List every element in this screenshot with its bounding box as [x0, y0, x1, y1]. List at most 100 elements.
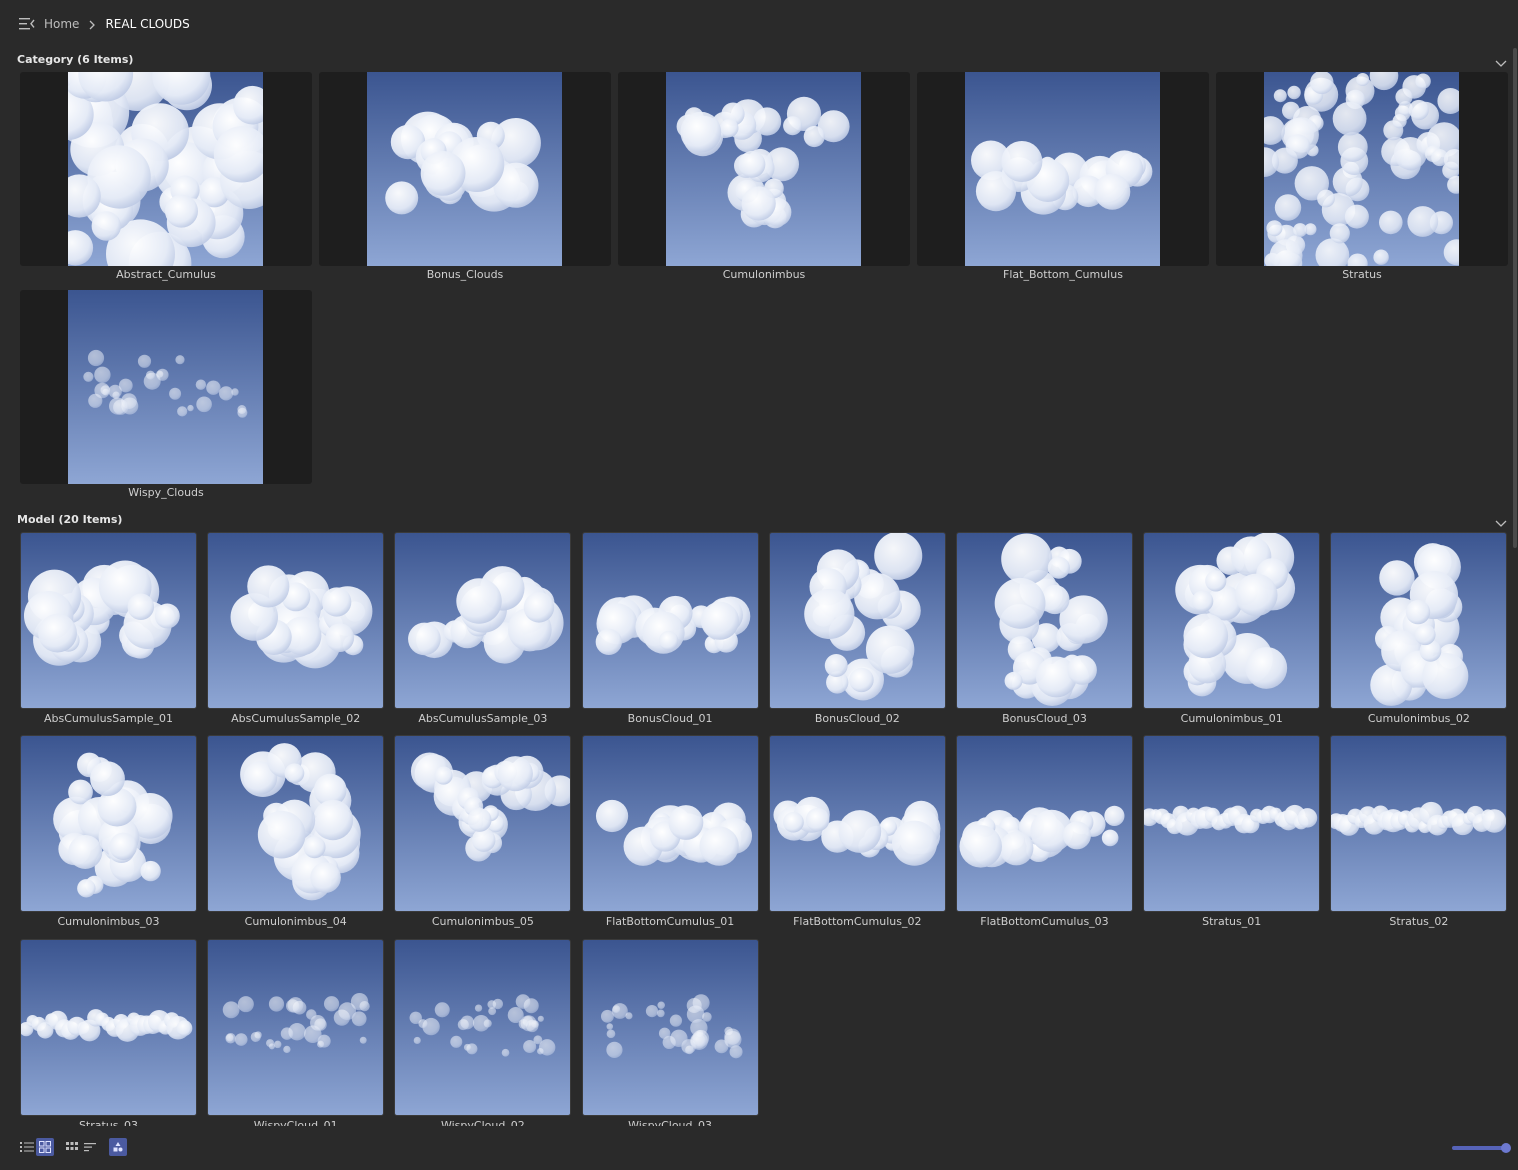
model-thumbnail: [1143, 532, 1321, 709]
model-label: Cumulonimbus_05: [431, 915, 534, 929]
model-thumbnail: [768, 532, 946, 709]
model-thumbnail: [1330, 735, 1508, 913]
chevron-down-icon[interactable]: [1495, 53, 1507, 67]
model-thumbnail: [581, 938, 759, 1116]
model-thumbnail: [956, 735, 1133, 913]
model-tile[interactable]: Cumulonimbus_02: [1330, 532, 1508, 728]
category-thumbnail: [68, 72, 263, 266]
model-label: AbsCumulusSample_01: [43, 712, 174, 725]
model-tile[interactable]: AbsCumulusSample_02: [207, 532, 385, 728]
asset-browser: Home REAL CLOUDS Category (6 Items) Abst…: [0, 0, 1518, 1170]
model-label: Cumulonimbus_02: [1367, 712, 1470, 725]
model-label: Stratus_01: [1202, 915, 1262, 929]
model-label: BonusCloud_02: [814, 712, 900, 725]
model-thumbnail: [207, 938, 385, 1116]
model-tile[interactable]: BonusCloud_02: [768, 532, 946, 728]
model-tile[interactable]: Cumulonimbus_05: [394, 735, 572, 931]
model-thumbnail: [207, 735, 385, 913]
category-thumbnail: [666, 72, 861, 266]
model-tile[interactable]: BonusCloud_03: [956, 532, 1133, 728]
scrollbar[interactable]: [1512, 46, 1518, 1126]
model-thumbnail: [768, 735, 946, 913]
small-grid-icon[interactable]: [63, 1138, 81, 1156]
chevron-right-icon: [88, 19, 96, 30]
category-thumbnail-frame: [20, 290, 312, 484]
category-tile[interactable]: Wispy_Clouds: [20, 290, 312, 502]
category-tile[interactable]: Abstract_Cumulus: [20, 72, 312, 284]
category-label: Wispy_Clouds: [128, 486, 204, 499]
scrollbar-thumb[interactable]: [1513, 48, 1517, 548]
model-tile[interactable]: FlatBottomCumulus_03: [956, 735, 1133, 931]
model-thumbnail: [394, 938, 572, 1116]
category-label: Cumulonimbus: [722, 268, 806, 281]
model-tile[interactable]: Stratus_03: [20, 938, 197, 1126]
model-label: BonusCloud_01: [627, 712, 713, 725]
category-section-header[interactable]: Category (6 Items): [17, 48, 1507, 68]
sort-icon[interactable]: [81, 1138, 99, 1156]
model-label: FlatBottomCumulus_03: [980, 915, 1109, 929]
category-thumbnail: [1264, 72, 1459, 266]
grid-view-icon[interactable]: [36, 1138, 54, 1156]
model-label: WispyCloud_03: [628, 1118, 713, 1126]
slider-handle[interactable]: [1501, 1143, 1511, 1153]
footer-toolbar: [0, 1130, 1518, 1170]
category-tile[interactable]: Cumulonimbus: [618, 72, 910, 284]
model-thumbnail: [956, 532, 1133, 709]
category-tile[interactable]: Bonus_Clouds: [319, 72, 611, 284]
model-label: Stratus_02: [1389, 915, 1449, 929]
model-thumbnail: [1143, 735, 1321, 913]
category-thumbnail-frame: [20, 72, 312, 266]
model-tile[interactable]: FlatBottomCumulus_02: [768, 735, 946, 931]
breadcrumb-current: REAL CLOUDS: [105, 17, 190, 31]
model-label: Cumulonimbus_01: [1180, 712, 1283, 725]
category-thumbnail: [367, 72, 562, 266]
model-thumbnail: [20, 735, 197, 913]
model-thumbnail: [581, 532, 759, 709]
category-thumbnail: [68, 290, 263, 484]
model-tile[interactable]: FlatBottomCumulus_01: [581, 735, 759, 931]
model-label: FlatBottomCumulus_01: [605, 915, 735, 929]
model-thumbnail: [1330, 532, 1508, 709]
list-view-icon[interactable]: [18, 1138, 36, 1156]
model-tile[interactable]: Stratus_02: [1330, 735, 1508, 931]
filter-shapes-icon[interactable]: [109, 1138, 127, 1156]
model-section-title: Model (20 Items): [17, 513, 123, 526]
model-label: WispyCloud_01: [253, 1118, 338, 1126]
model-tile[interactable]: WispyCloud_03: [581, 938, 759, 1126]
model-label: Stratus_03: [78, 1118, 139, 1126]
category-thumbnail-frame: [1216, 72, 1508, 266]
model-tile[interactable]: BonusCloud_01: [581, 532, 759, 728]
collapse-menu-icon[interactable]: [18, 16, 36, 32]
model-tile[interactable]: WispyCloud_01: [207, 938, 385, 1126]
breadcrumb-home[interactable]: Home: [44, 17, 79, 31]
content-area[interactable]: Category (6 Items) Abstract_Cumulus Bonu…: [0, 46, 1512, 1126]
model-tile[interactable]: Cumulonimbus_03: [20, 735, 197, 931]
category-tile[interactable]: Flat_Bottom_Cumulus: [917, 72, 1209, 284]
chevron-down-icon[interactable]: [1495, 513, 1507, 527]
model-thumbnail: [394, 532, 572, 709]
model-label: AbsCumulusSample_02: [231, 712, 361, 725]
model-thumbnail: [20, 532, 197, 709]
model-thumbnail: [207, 532, 385, 709]
model-label: WispyCloud_02: [440, 1118, 525, 1126]
category-thumbnail: [965, 72, 1160, 266]
category-label: Bonus_Clouds: [426, 268, 504, 281]
category-thumbnail-frame: [917, 72, 1209, 266]
breadcrumb: Home REAL CLOUDS: [44, 17, 190, 31]
model-label: Cumulonimbus_03: [57, 915, 160, 929]
category-label: Stratus: [1342, 268, 1382, 281]
model-label: AbsCumulusSample_03: [418, 712, 548, 725]
model-tile[interactable]: WispyCloud_02: [394, 938, 572, 1126]
model-tile[interactable]: AbsCumulusSample_03: [394, 532, 572, 728]
model-tile[interactable]: Cumulonimbus_04: [207, 735, 385, 931]
category-thumbnail-frame: [319, 72, 611, 266]
model-label: BonusCloud_03: [1002, 712, 1087, 725]
category-label: Abstract_Cumulus: [116, 268, 216, 281]
thumbnail-size-slider[interactable]: [1452, 1143, 1511, 1153]
model-tile[interactable]: Cumulonimbus_01: [1143, 532, 1321, 728]
model-tile[interactable]: AbsCumulusSample_01: [20, 532, 197, 728]
model-label: Cumulonimbus_04: [244, 915, 347, 929]
model-section-header[interactable]: Model (20 Items): [17, 508, 1507, 528]
category-tile[interactable]: Stratus: [1216, 72, 1508, 284]
model-tile[interactable]: Stratus_01: [1143, 735, 1321, 931]
